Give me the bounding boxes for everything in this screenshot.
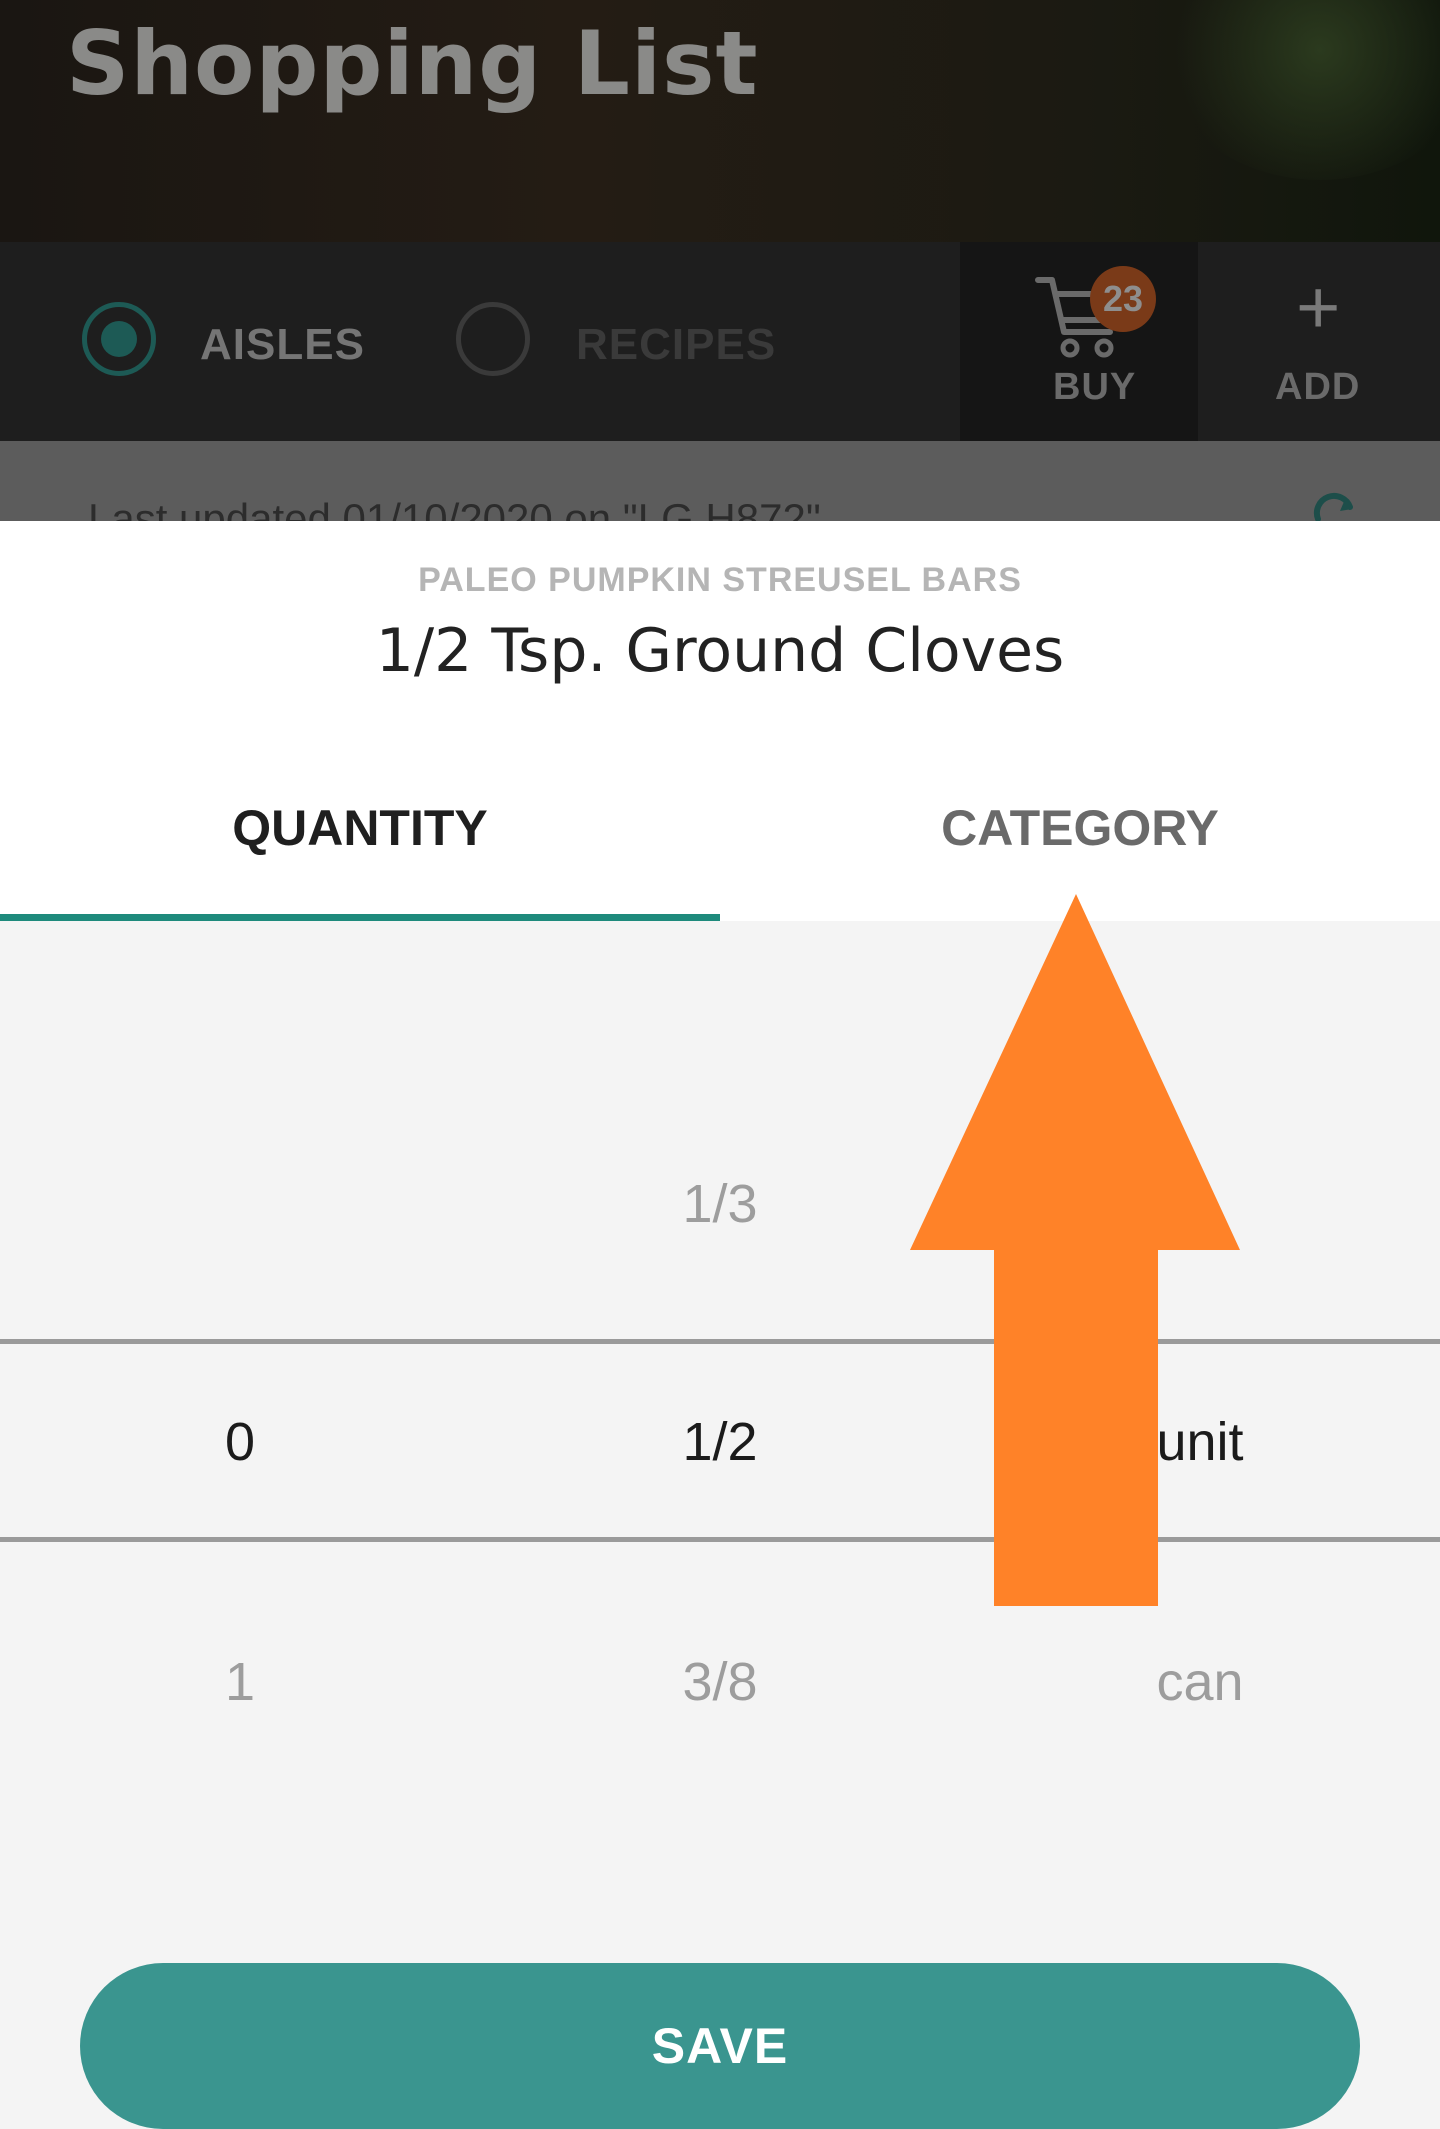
header-background-image <box>1160 0 1440 180</box>
buy-label[interactable]: BUY <box>1053 366 1136 409</box>
whole-number-selected[interactable]: 0 <box>0 1411 480 1473</box>
recipe-name: PALEO PUMPKIN STREUSEL BARS <box>418 561 1022 599</box>
fraction-option-prev[interactable]: 1/3 <box>480 1173 960 1235</box>
arrow-up-icon <box>910 894 1240 1606</box>
header-banner: Shopping List <box>0 0 1440 242</box>
recipes-radio[interactable] <box>456 302 530 376</box>
plus-icon[interactable]: + <box>1296 270 1340 346</box>
whole-number-option-next[interactable]: 1 <box>0 1651 480 1713</box>
dialog-header: PALEO PUMPKIN STREUSEL BARS 1/2 Tsp. Gro… <box>0 521 1440 921</box>
aisles-radio[interactable] <box>82 302 156 376</box>
item-name: 1/2 Tsp. Ground Cloves <box>375 616 1065 686</box>
cart-count-badge: 23 <box>1090 266 1156 332</box>
add-label[interactable]: ADD <box>1275 366 1360 409</box>
fraction-option-next[interactable]: 3/8 <box>480 1651 960 1713</box>
aisles-label[interactable]: AISLES <box>200 320 365 370</box>
view-toolbar: AISLES RECIPES 23 BUY + ADD <box>0 242 1440 441</box>
active-tab-indicator <box>0 914 720 921</box>
tab-quantity[interactable]: QUANTITY <box>0 799 720 857</box>
save-button[interactable]: SAVE <box>80 1963 1360 2129</box>
unit-option-next[interactable]: can <box>960 1651 1440 1713</box>
page-title: Shopping List <box>66 12 759 115</box>
radio-selected-dot <box>101 321 137 357</box>
tab-category[interactable]: CATEGORY <box>720 799 1440 857</box>
recipes-label[interactable]: RECIPES <box>576 320 776 370</box>
last-updated-bar: Last updated 01/10/2020 on "LG H872" <box>0 441 1440 521</box>
last-updated-text: Last updated 01/10/2020 on "LG H872" <box>88 495 821 521</box>
fraction-selected[interactable]: 1/2 <box>480 1411 960 1473</box>
sync-icon[interactable] <box>1310 491 1360 521</box>
